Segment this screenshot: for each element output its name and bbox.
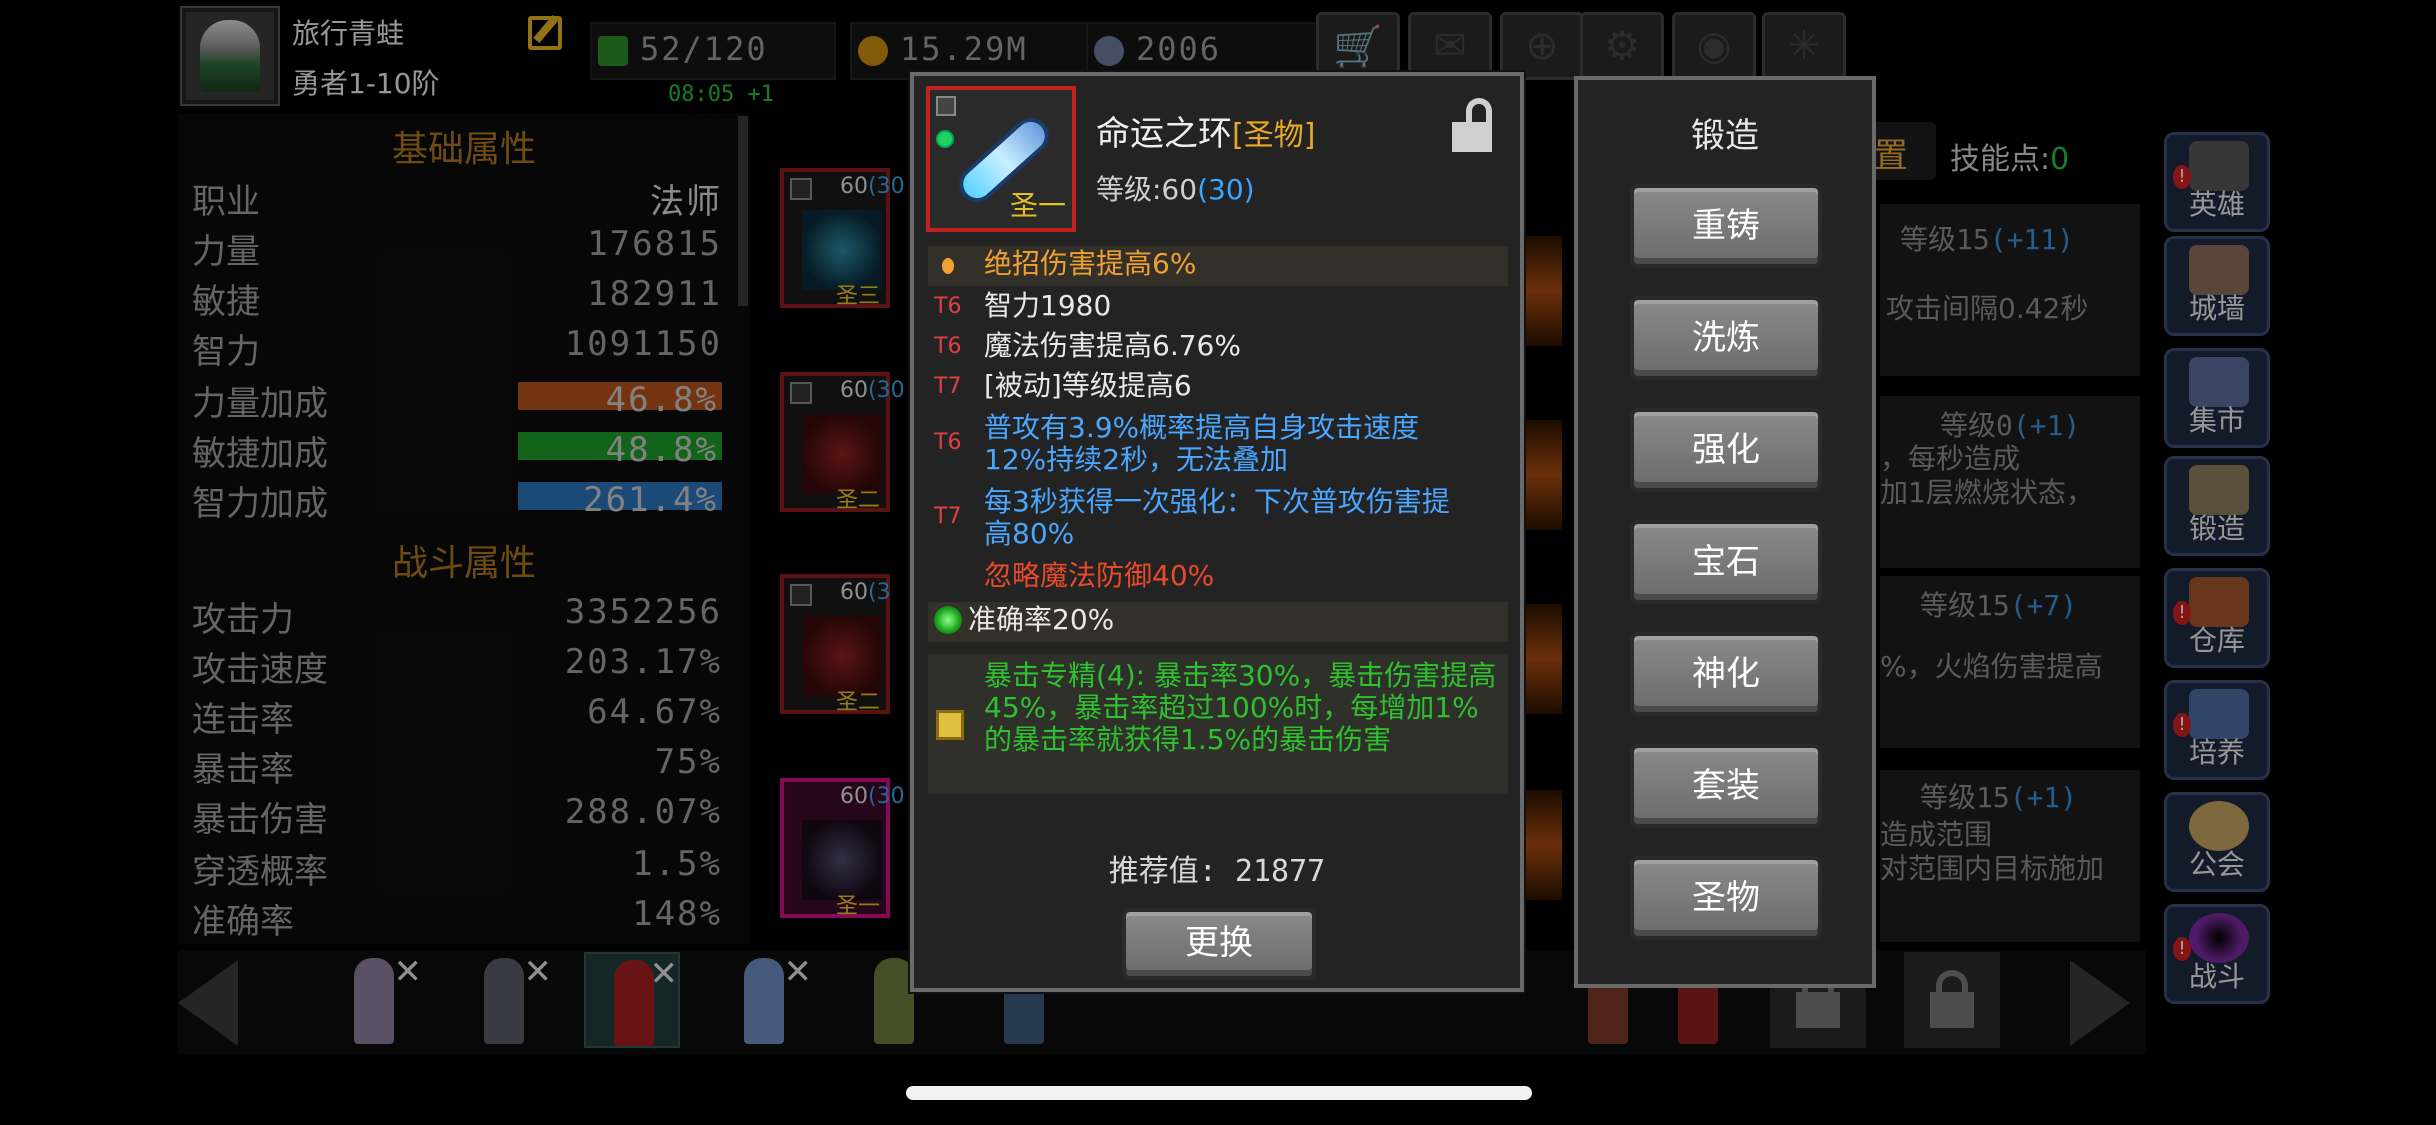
item-affix-line: T6 魔法伤害提高6.76%: [934, 329, 1241, 362]
item-socket-line: 准确率20%: [928, 602, 1508, 642]
item-affix-line: T7 [被动]等级提高6: [934, 369, 1192, 402]
item-quality: [圣物]: [1232, 118, 1316, 153]
item-tier: 圣一: [1009, 189, 1066, 222]
item-level: 等级:60(30): [1096, 173, 1255, 206]
item-set-description: 暴击专精(4): 暴击率30%，暴击伤害提高45%，暴击率超过100%时，每增加…: [928, 654, 1508, 794]
item-detail-popup: 圣一 命运之环[圣物] 等级:60(30) 绝招伤害提高6% T6 智力1980 …: [910, 72, 1524, 992]
home-indicator[interactable]: [906, 1086, 1532, 1100]
unlock-icon[interactable]: [1452, 98, 1492, 154]
forge-popup: 锻造 重铸 洗炼 强化 宝石 神化 套装 圣物: [1574, 76, 1876, 988]
relic-button[interactable]: 圣物: [1630, 856, 1822, 940]
deify-button[interactable]: 神化: [1630, 632, 1822, 716]
gem-button[interactable]: 宝石: [1630, 520, 1822, 604]
recast-button[interactable]: 重铸: [1630, 184, 1822, 268]
item-affix-line: T6 智力1980: [934, 289, 1112, 322]
forge-title: 锻造: [1691, 116, 1759, 156]
item-name: 命运之环[圣物]: [1096, 114, 1316, 154]
refine-button[interactable]: 洗炼: [1630, 296, 1822, 380]
recommend-value: 推荐值: 21877: [1108, 854, 1326, 889]
item-icon-frame: 圣一: [926, 86, 1076, 232]
item-affix-line: T7 每3秒获得一次强化：下次普攻伤害提 高80%: [934, 485, 1450, 550]
set-button[interactable]: 套装: [1630, 744, 1822, 828]
item-affix-line: 绝招伤害提高6%: [928, 246, 1508, 286]
socket-gem-icon: [936, 130, 954, 148]
green-gem-icon: [934, 606, 962, 634]
item-affix-line: T6 普攻有3.9%概率提高自身攻击速度 12%持续2秒，无法叠加: [934, 411, 1420, 476]
item-affix-line: 忽略魔法防御40%: [984, 559, 1215, 592]
enhance-button[interactable]: 强化: [1630, 408, 1822, 492]
fire-orb-icon: [942, 258, 954, 274]
lock-mini-icon: [936, 96, 956, 116]
change-button[interactable]: 更换: [1122, 908, 1316, 980]
book-icon: [936, 710, 964, 740]
